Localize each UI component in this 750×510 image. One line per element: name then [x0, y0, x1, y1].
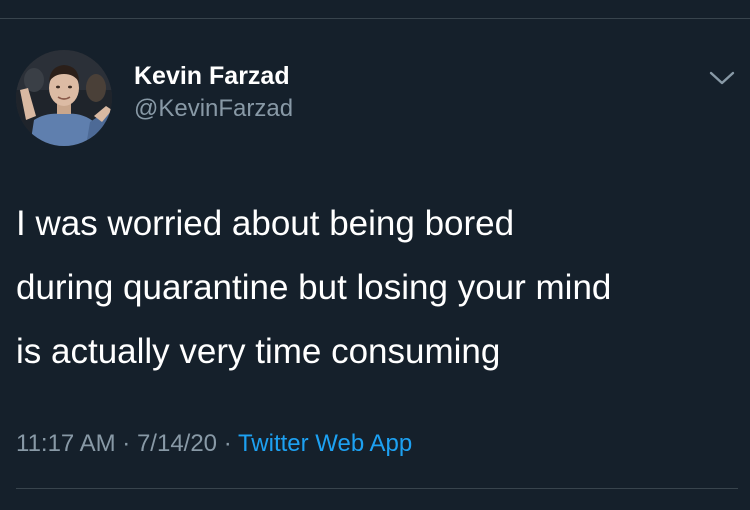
avatar[interactable] [16, 50, 112, 146]
tweet-date[interactable]: 7/14/20 [137, 430, 217, 457]
tweet-text: I was worried about being bored during q… [16, 192, 741, 384]
bottom-divider [16, 488, 738, 489]
tweet-text-line: I was worried about being bored [16, 204, 515, 243]
meta-separator: · [115, 430, 137, 457]
author-block: Kevin Farzad @KevinFarzad [134, 60, 293, 126]
tweet-meta: 11:17 AM · 7/14/20 · Twitter Web App [16, 428, 412, 460]
tweet-text-line: during quarantine but losing your mind [16, 268, 612, 307]
tweet-text-line: is actually very time consuming [16, 332, 501, 371]
tweet-card: Kevin Farzad @KevinFarzad I was worried … [0, 0, 750, 510]
tweet-time[interactable]: 11:17 AM [16, 430, 116, 457]
display-name[interactable]: Kevin Farzad [134, 60, 293, 92]
meta-separator: · [217, 430, 238, 457]
top-divider [0, 18, 750, 19]
avatar-image [16, 50, 112, 146]
tweet-source-link[interactable]: Twitter Web App [238, 430, 412, 457]
user-handle[interactable]: @KevinFarzad [134, 92, 293, 126]
chevron-down-icon[interactable] [706, 64, 738, 92]
